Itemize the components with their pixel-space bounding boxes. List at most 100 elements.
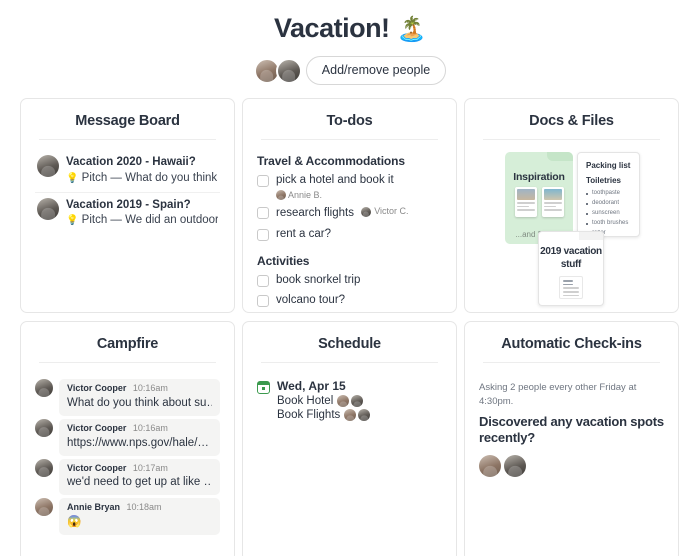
divider (483, 139, 660, 141)
message-text: https://www.nps.gov/hale/… (67, 436, 209, 449)
todo-label-text: research flights (276, 207, 354, 220)
avatar (37, 197, 59, 220)
list-item[interactable]: Vacation 2020 - Hawaii? 💡 Pitch — What d… (35, 150, 220, 191)
message-meta: Victor Cooper 10:16am (67, 383, 212, 395)
checkin-participants (479, 455, 664, 478)
list-item[interactable]: Victor Cooper 10:17am we'd need to get u… (35, 458, 220, 496)
folder-thumbnails (505, 187, 573, 218)
todo-group-title: Travel & Accommodations (257, 154, 405, 169)
checkins-body: Asking 2 people every other Friday at 4:… (465, 363, 678, 478)
thumbnail-image (516, 189, 535, 201)
card-schedule[interactable]: Schedule Wed, Apr 15 Book Hotel Book Fli… (242, 321, 457, 556)
checkin-question[interactable]: Discovered any vacation spots recently? (479, 414, 664, 447)
thumbnail (541, 187, 564, 218)
campfire-messages: Victor Cooper 10:16am What do you think … (21, 363, 234, 535)
card-automatic-checkins[interactable]: Automatic Check-ins Asking 2 people ever… (464, 321, 679, 556)
list-item[interactable]: Vacation 2019 - Spain? 💡 Pitch — We did … (35, 191, 220, 234)
thumbnail-line (516, 209, 535, 211)
avatar (358, 409, 371, 422)
todo-item[interactable]: volcano tour? (257, 291, 442, 312)
people-avatars[interactable] (253, 57, 302, 84)
todo-checkbox[interactable] (257, 274, 269, 287)
thumbnail-image (543, 189, 562, 201)
doc-packing-list[interactable]: Packing list Toiletries toothpaste deodo… (577, 152, 640, 238)
assignee-name: Victor C. (374, 206, 409, 217)
message-excerpt: 💡 Pitch — What do you think (66, 171, 217, 186)
todo-label: pick a hotel and book it (276, 174, 394, 187)
avatar (344, 409, 357, 422)
avatar (35, 418, 53, 437)
mini-line (563, 294, 579, 297)
avatar (35, 379, 53, 398)
doc-section-heading: Toiletries (586, 176, 621, 186)
avatar[interactable] (275, 57, 302, 84)
message-excerpt-text: Pitch — We did an outdoorsy (81, 213, 218, 226)
thumbnail (514, 187, 537, 218)
message-bubble: Victor Cooper 10:16am What do you think … (59, 379, 220, 416)
thumbnail-line (543, 202, 562, 204)
docs-preview-area: Inspiration ...and Packing list Toiletri… (465, 146, 678, 307)
thumbnail-line (516, 202, 535, 204)
list-item[interactable]: Victor Cooper 10:16am https://www.nps.go… (35, 418, 220, 456)
message-time: 10:16am (132, 422, 168, 433)
message-bubble: Victor Cooper 10:16am https://www.nps.go… (59, 418, 220, 456)
folder-label: 2019 vacation stuff (540, 246, 602, 270)
schedule-day-content: Wed, Apr 15 Book Hotel Book Flights (277, 379, 371, 422)
message-excerpt: 💡 Pitch — We did an outdoorsy (66, 213, 218, 228)
mini-line (563, 287, 579, 290)
todo-checkbox[interactable] (257, 295, 269, 308)
card-message-board[interactable]: Message Board Vacation 2020 - Hawaii? 💡 … (20, 98, 235, 314)
todo-label: book snorkel trip (276, 273, 361, 286)
message-meta: Victor Cooper 10:16am (67, 423, 212, 435)
avatar (351, 395, 364, 408)
todo-checkbox[interactable] (257, 175, 269, 188)
header-actions: Add/remove people (0, 55, 700, 86)
lightbulb-icon: 💡 (66, 172, 79, 184)
todo-item[interactable]: book snorkel trip (257, 271, 442, 292)
message-author: Victor Cooper (67, 422, 127, 433)
todo-checkbox[interactable] (257, 207, 269, 220)
list-item[interactable]: Victor Cooper 10:16am What do you think … (35, 379, 220, 416)
card-todos[interactable]: To-dos Travel & Accommodations pick a ho… (242, 98, 457, 314)
folder-2019-vacation-stuff[interactable]: 2019 vacation stuff (538, 231, 604, 307)
todo-content: research flights Victor C. (276, 205, 409, 222)
todo-item[interactable]: research restaurants Annie B. Victor C. (257, 312, 442, 313)
message-author: Victor Cooper (67, 462, 127, 473)
list-item: toothpaste (586, 189, 631, 199)
message-subject: Vacation 2019 - Spain? (66, 198, 191, 211)
tools-grid: Message Board Vacation 2020 - Hawaii? 💡 … (0, 98, 700, 556)
todo-item[interactable]: pick a hotel and book it Annie B. (257, 171, 442, 203)
todo-checkbox[interactable] (257, 229, 269, 242)
todo-item[interactable]: rent a car? (257, 225, 442, 246)
todo-group-activities: Activities book snorkel trip volcano tou… (257, 254, 442, 313)
message-subject: Vacation 2020 - Hawaii? (66, 156, 196, 169)
todo-item[interactable]: research flights Victor C. (257, 203, 442, 225)
thumbnail-line (543, 209, 562, 211)
avatar (37, 155, 59, 178)
calendar-icon (257, 381, 270, 395)
schedule-event[interactable]: Book Flights (277, 409, 371, 422)
card-title: Schedule (318, 336, 381, 353)
doc-title: Packing list (586, 161, 631, 171)
event-name: Book Hotel (277, 395, 334, 408)
message-time: 10:17am (132, 462, 168, 473)
avatar (35, 458, 53, 477)
card-title: Message Board (75, 113, 180, 130)
message-author: Annie Bryan (67, 502, 121, 513)
schedule-day[interactable]: Wed, Apr 15 Book Hotel Book Flights (257, 373, 442, 422)
list-item: tooth brushes (586, 219, 631, 229)
message-text: What do you think about su… (67, 396, 212, 409)
todo-assignee: Annie B. (276, 190, 394, 201)
message-text: 😱 (67, 515, 82, 528)
message-bubble: Annie Bryan 10:18am 😱 (59, 498, 220, 535)
schedule-event[interactable]: Book Hotel (277, 395, 370, 408)
card-docs-files[interactable]: Docs & Files Inspiration ...and Packing … (464, 98, 679, 314)
card-campfire[interactable]: Campfire Victor Cooper 10:16am What do y… (20, 321, 235, 556)
list-item[interactable]: Annie Bryan 10:18am 😱 (35, 498, 220, 535)
message-excerpt-text: Pitch — What do you think (81, 171, 218, 184)
todo-group-travel: Travel & Accommodations pick a hotel and… (257, 154, 442, 245)
add-remove-people-button[interactable]: Add/remove people (305, 55, 447, 86)
message-text: we'd need to get up at like … (67, 476, 212, 489)
todo-content: volcano tour? (276, 293, 345, 309)
project-page: Vacation! 🏝️ Add/remove people Message B… (0, 0, 700, 556)
